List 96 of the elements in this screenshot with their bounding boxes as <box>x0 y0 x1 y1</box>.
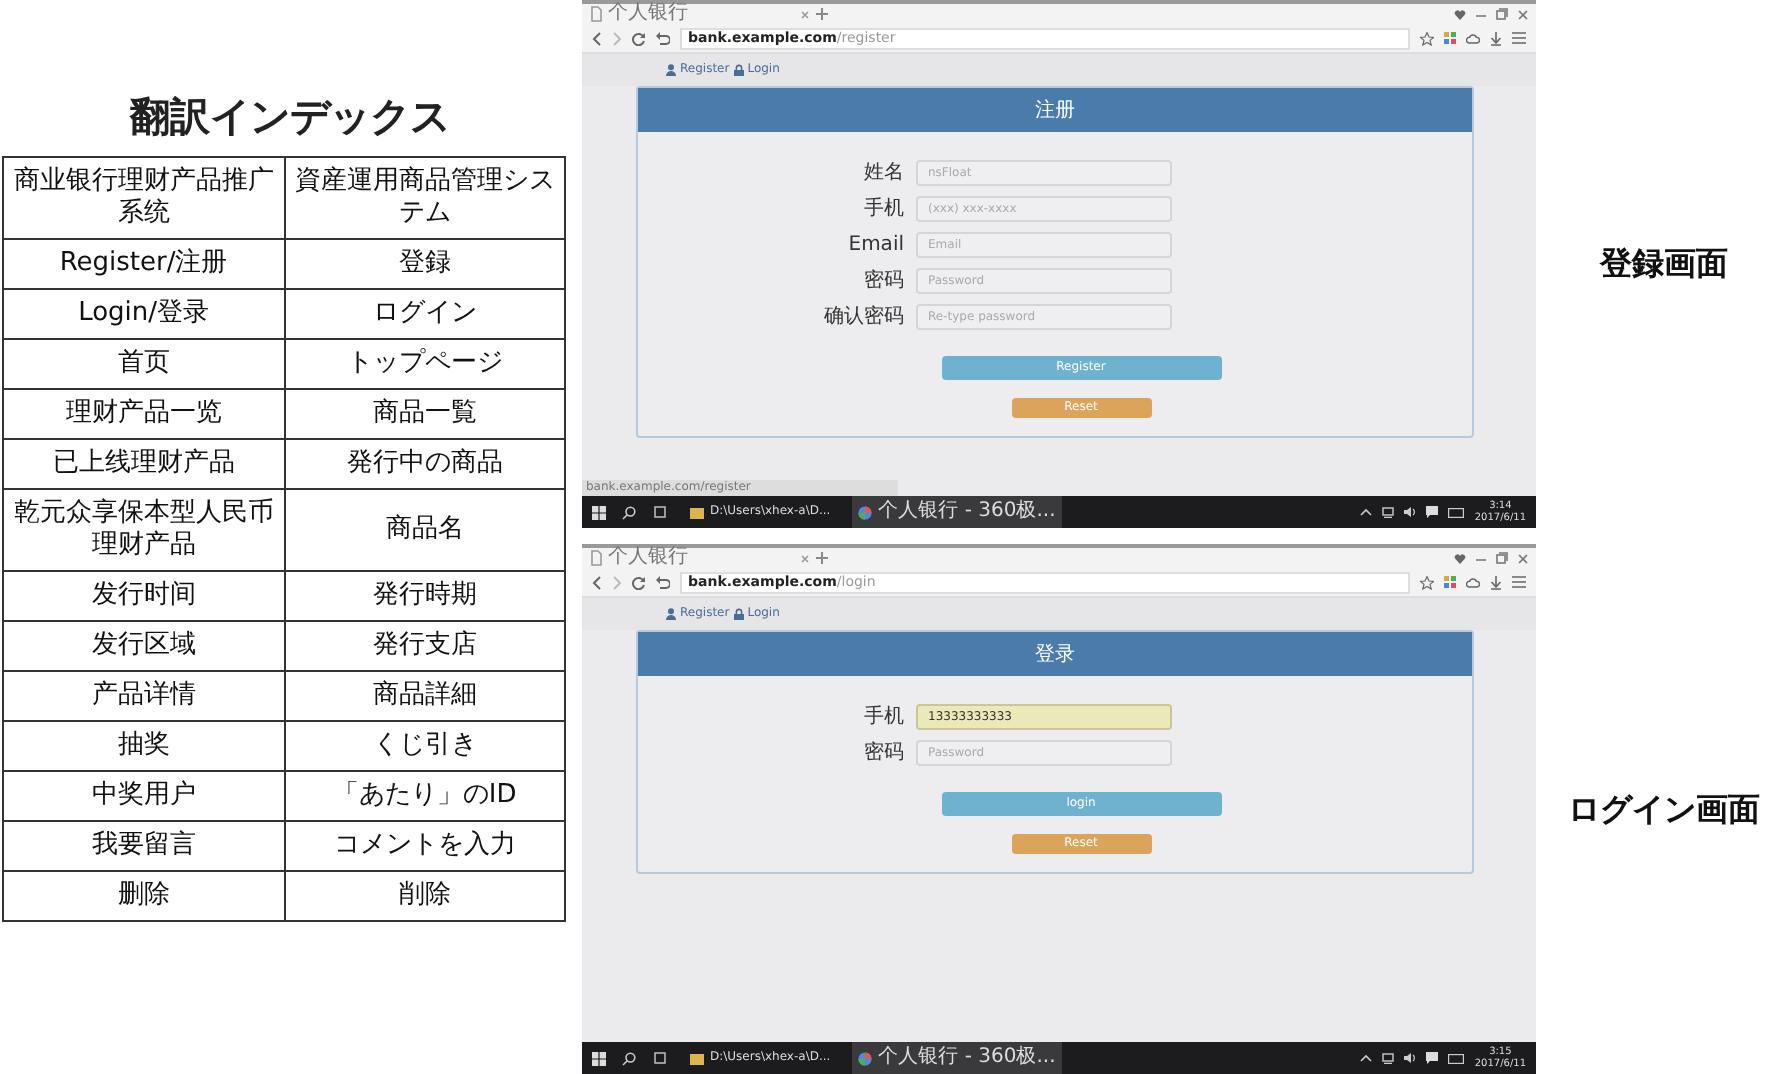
task-view-icon[interactable] <box>652 1052 668 1064</box>
close-icon[interactable] <box>800 553 810 563</box>
lock-icon <box>733 608 744 620</box>
volume-icon[interactable] <box>1404 506 1417 518</box>
windows-icon[interactable] <box>592 505 606 519</box>
screen-caption: 登録画面 <box>1597 242 1730 286</box>
keyboard-icon[interactable] <box>1448 507 1465 517</box>
table-cell: 商品名 <box>284 489 565 571</box>
table-cell: コメントを入力 <box>284 821 565 871</box>
table-cell: 発行中の商品 <box>284 439 565 489</box>
plus-icon[interactable] <box>816 8 828 20</box>
menu-icon[interactable] <box>1512 576 1526 588</box>
search-icon[interactable] <box>622 505 636 519</box>
search-icon[interactable] <box>622 1051 636 1065</box>
close-icon[interactable] <box>1518 9 1528 19</box>
table-cell: 中奖用户 <box>3 771 285 821</box>
browser-icon <box>858 505 873 519</box>
heart-icon[interactable] <box>1454 553 1466 563</box>
table-cell: 乾元众享保本型人民币理财产品 <box>3 489 285 571</box>
table-cell: 発行支店 <box>284 621 565 671</box>
minimize-icon[interactable] <box>1476 553 1486 563</box>
message-icon[interactable] <box>1426 1052 1439 1064</box>
chevron-up-icon[interactable] <box>1360 1054 1373 1062</box>
chevron-up-icon[interactable] <box>1360 508 1373 516</box>
table-cell: 商业银行理财产品推广系统 <box>3 157 285 239</box>
tab-title[interactable]: 个人银行 <box>608 4 688 24</box>
field-label: Email <box>846 233 906 255</box>
back-icon[interactable] <box>592 575 602 589</box>
cloud-icon[interactable] <box>1466 32 1480 44</box>
table-cell: 抽奖 <box>3 721 285 771</box>
table-cell: 商品詳細 <box>284 671 565 721</box>
screen-caption: ログイン画面 <box>1566 787 1762 831</box>
heart-icon[interactable] <box>1454 9 1466 19</box>
table-cell: 発行時期 <box>284 571 565 621</box>
menu-icon[interactable] <box>1512 32 1526 44</box>
table-cell: 产品详情 <box>3 671 285 721</box>
cloud-icon[interactable] <box>1466 576 1480 588</box>
undo-icon[interactable] <box>656 31 670 45</box>
network-icon[interactable] <box>1382 1052 1395 1064</box>
apps-icon[interactable] <box>1444 576 1456 588</box>
close-icon[interactable] <box>800 9 810 19</box>
reload-icon[interactable] <box>632 575 646 589</box>
table-cell: 理财产品一览 <box>3 389 285 439</box>
table-cell: くじ引き <box>284 721 565 771</box>
taskbar-item[interactable]: 个人银行 - 360极... <box>852 1042 1062 1074</box>
lock-icon <box>733 64 744 76</box>
folder-icon <box>690 505 704 519</box>
panel-header: 注册 <box>638 88 1472 132</box>
message-icon[interactable] <box>1426 506 1439 518</box>
panel-header: 登录 <box>638 632 1472 676</box>
table-cell: 发行时间 <box>3 571 285 621</box>
tab-title[interactable]: 个人银行 <box>608 548 688 568</box>
volume-icon[interactable] <box>1404 1052 1417 1064</box>
windows-icon[interactable] <box>592 1051 606 1065</box>
field-label: 手机 <box>862 197 906 219</box>
folder-icon <box>690 1051 704 1065</box>
plus-icon[interactable] <box>816 552 828 564</box>
close-icon[interactable] <box>1518 553 1528 563</box>
table-cell: 削除 <box>284 871 565 921</box>
table-cell: 商品一覧 <box>284 389 565 439</box>
table-cell: 已上线理财产品 <box>3 439 285 489</box>
undo-icon[interactable] <box>656 575 670 589</box>
field-label: 确认密码 <box>822 305 906 327</box>
download-icon[interactable] <box>1490 575 1502 589</box>
field-label: 密码 <box>862 269 906 291</box>
reload-icon[interactable] <box>632 31 646 45</box>
restore-icon[interactable] <box>1496 8 1508 20</box>
task-view-icon[interactable] <box>652 506 668 518</box>
user-icon <box>666 608 676 620</box>
table-title: 翻訳インデックス <box>127 90 452 144</box>
user-icon <box>666 64 676 76</box>
star-icon[interactable] <box>1420 575 1434 589</box>
table-cell: 首页 <box>3 339 285 389</box>
table-cell: 删除 <box>3 871 285 921</box>
field-label: 密码 <box>862 741 906 763</box>
back-icon[interactable] <box>592 31 602 45</box>
browser-icon <box>858 1051 873 1065</box>
apps-icon[interactable] <box>1444 32 1456 44</box>
table-cell: Login/登录 <box>3 289 285 339</box>
minimize-icon[interactable] <box>1476 9 1486 19</box>
table-cell: Register/注册 <box>3 239 285 289</box>
table-cell: 「あたり」のID <box>284 771 565 821</box>
table-cell: 我要留言 <box>3 821 285 871</box>
taskbar-item[interactable]: 个人银行 - 360极... <box>852 496 1062 528</box>
table-cell: ログイン <box>284 289 565 339</box>
field-label: 姓名 <box>862 161 906 183</box>
table-cell: 发行区域 <box>3 621 285 671</box>
field-label: 手机 <box>862 705 906 727</box>
restore-icon[interactable] <box>1496 552 1508 564</box>
table-cell: 登録 <box>284 239 565 289</box>
star-icon[interactable] <box>1420 31 1434 45</box>
table-cell: 資産運用商品管理システム <box>284 157 565 239</box>
keyboard-icon[interactable] <box>1448 1053 1465 1063</box>
table-cell: トップページ <box>284 339 565 389</box>
download-icon[interactable] <box>1490 31 1502 45</box>
network-icon[interactable] <box>1382 506 1395 518</box>
